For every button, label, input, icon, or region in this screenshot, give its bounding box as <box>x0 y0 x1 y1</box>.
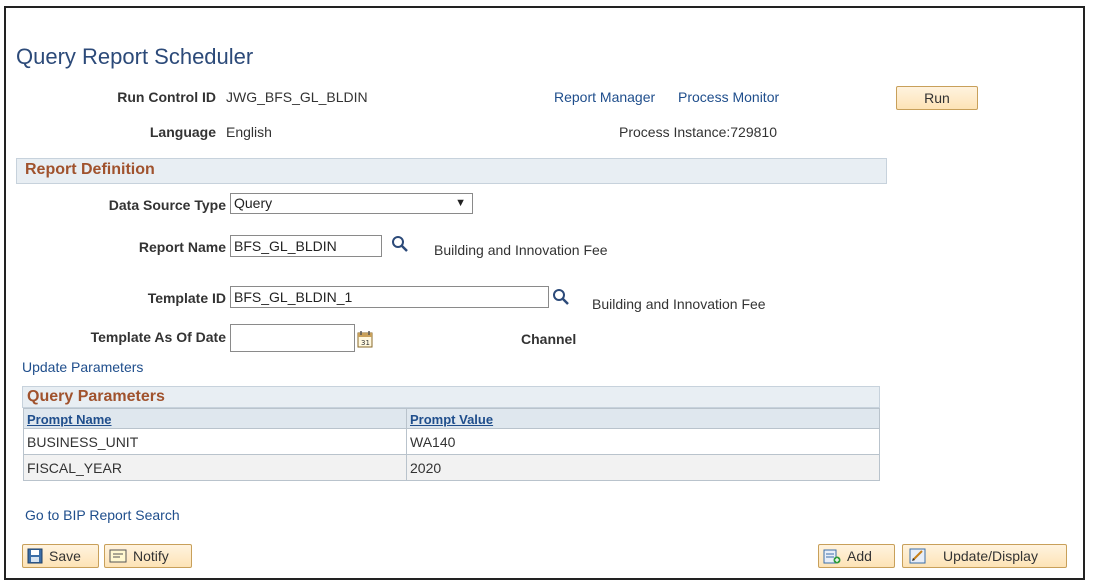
report-definition-header: Report Definition <box>16 158 887 184</box>
table-row: BUSINESS_UNIT WA140 <box>23 428 880 455</box>
run-button-label: Run <box>924 90 950 106</box>
update-parameters-link[interactable]: Update Parameters <box>22 359 143 375</box>
template-date-input[interactable] <box>230 324 355 352</box>
notify-button[interactable]: Notify <box>104 544 192 568</box>
report-name-description: Building and Innovation Fee <box>434 242 608 258</box>
column-header-prompt-value[interactable]: Prompt Value <box>406 408 880 429</box>
query-parameters-header: Query Parameters <box>22 386 880 408</box>
language-value: English <box>226 124 272 140</box>
report-manager-link[interactable]: Report Manager <box>554 89 655 105</box>
svg-text:31: 31 <box>361 339 370 347</box>
table-row: FISCAL_YEAR 2020 <box>23 454 880 481</box>
notify-icon <box>109 549 127 563</box>
search-icon[interactable] <box>552 288 570 306</box>
add-button[interactable]: Add <box>818 544 895 568</box>
template-id-label: Template ID <box>147 290 226 306</box>
table-header-row: Prompt Name Prompt Value <box>23 408 880 429</box>
prompt-value-cell[interactable]: WA140 <box>406 428 880 455</box>
prompt-name-cell: BUSINESS_UNIT <box>23 428 407 455</box>
add-icon <box>823 549 841 564</box>
save-button-label: Save <box>49 548 81 564</box>
report-name-label: Report Name <box>138 239 226 255</box>
query-parameters-table: Prompt Name Prompt Value BUSINESS_UNIT W… <box>23 408 880 481</box>
update-display-button-label: Update/Display <box>943 548 1038 564</box>
template-id-input[interactable]: BFS_GL_BLDIN_1 <box>230 286 549 308</box>
chevron-down-icon: ▼ <box>455 197 466 209</box>
prompt-name-cell: FISCAL_YEAR <box>23 454 407 481</box>
add-button-label: Add <box>847 548 872 564</box>
run-control-value: JWG_BFS_GL_BLDIN <box>226 89 368 105</box>
save-button[interactable]: Save <box>22 544 99 568</box>
calendar-icon[interactable]: 31 <box>357 330 373 348</box>
bip-report-search-link[interactable]: Go to BIP Report Search <box>25 507 180 523</box>
update-display-button[interactable]: Update/Display <box>902 544 1067 568</box>
template-date-label: Template As Of Date <box>90 329 226 345</box>
template-id-description: Building and Innovation Fee <box>592 296 766 312</box>
process-instance: Process Instance:729810 <box>619 124 777 140</box>
run-button[interactable]: Run <box>896 86 978 110</box>
prompt-value-cell[interactable]: 2020 <box>406 454 880 481</box>
data-source-select[interactable]: Query ▼ <box>230 193 473 214</box>
run-control-label: Run Control ID <box>117 89 216 105</box>
channel-label: Channel <box>521 331 577 347</box>
save-icon <box>27 548 43 564</box>
notify-button-label: Notify <box>133 548 169 564</box>
data-source-value: Query <box>234 195 273 211</box>
process-monitor-link[interactable]: Process Monitor <box>678 89 779 105</box>
page-title: Query Report Scheduler <box>16 44 254 69</box>
report-name-input[interactable]: BFS_GL_BLDIN <box>230 235 382 257</box>
update-display-icon <box>909 548 926 564</box>
search-icon[interactable] <box>391 235 409 253</box>
data-source-label: Data Source Type <box>108 197 226 213</box>
column-header-prompt-name[interactable]: Prompt Name <box>23 408 407 429</box>
language-label: Language <box>149 124 216 140</box>
